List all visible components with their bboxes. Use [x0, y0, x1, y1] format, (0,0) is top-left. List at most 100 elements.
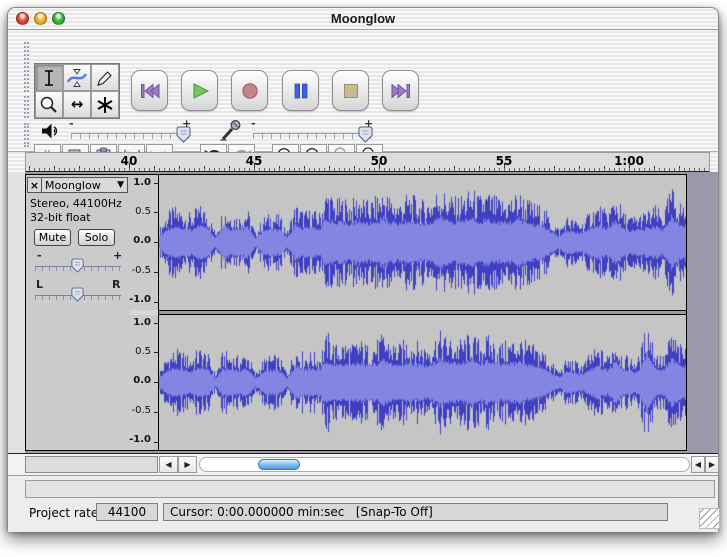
timeline-tick — [554, 166, 555, 171]
record-icon — [237, 81, 263, 101]
edit-toolbar-grip[interactable] — [24, 123, 29, 147]
play-icon — [187, 81, 213, 101]
close-track-icon[interactable]: × — [27, 177, 42, 193]
status-area: Project rate: 44100 Cursor: 0:00.000000 … — [8, 475, 718, 532]
mute-button[interactable]: Mute — [34, 229, 71, 246]
timeline-tick — [254, 163, 255, 171]
amplitude-label: 0.5 — [135, 346, 151, 357]
gain-max-label: + — [113, 249, 122, 262]
play-button[interactable] — [181, 70, 218, 111]
timeline-tick — [529, 166, 530, 171]
timeline-tick — [479, 166, 480, 171]
timeline-tick — [679, 166, 680, 171]
amplitude-label: -0.5 — [131, 405, 151, 416]
zoom-window-icon[interactable] — [52, 12, 65, 25]
scroll-right-icon: ▶ — [184, 460, 190, 469]
timeline-tick — [354, 166, 355, 171]
skip-to-start-button[interactable] — [131, 70, 168, 111]
skip-to-end-button[interactable] — [382, 70, 419, 111]
output-volume-slider[interactable] — [71, 133, 189, 141]
timeline-tick — [179, 166, 180, 171]
close-window-icon[interactable] — [16, 12, 29, 25]
amplitude-label: 0.0 — [133, 375, 151, 386]
window-title: Moonglow — [331, 11, 395, 26]
track-sample-info: 32-bit float — [30, 211, 91, 224]
skip-to-end-icon — [388, 81, 414, 101]
timeline-tick — [429, 166, 430, 171]
vertical-ruler-column: 1.00.50.0-0.5-1.0 1.00.50.0-0.5-1.0 — [130, 175, 158, 450]
title-bar[interactable]: Moonglow — [8, 8, 718, 30]
amplitude-label: 1.0 — [133, 177, 151, 188]
draw-tool-button[interactable] — [91, 64, 119, 91]
timeline-tick — [54, 166, 55, 171]
horizontal-scrollbar[interactable] — [199, 457, 690, 472]
waveform-column — [158, 175, 686, 450]
scrollbar-left-panel — [25, 456, 158, 473]
gain-slider-thumb[interactable] — [71, 258, 84, 273]
scroll-right-button[interactable]: ▶ — [178, 456, 197, 473]
chevron-down-icon: ▼ — [117, 180, 124, 190]
audacity-window: Moonglow — [7, 7, 719, 531]
scroll-right-button-2[interactable]: ▶ — [705, 456, 719, 473]
stop-button[interactable] — [332, 70, 369, 111]
speaker-icon — [39, 120, 63, 142]
timeline-tick — [604, 166, 605, 171]
track-area-background: × Moonglow ▼ Stereo, 44100Hz 32-bit floa… — [25, 172, 718, 453]
timeline-tick — [279, 166, 280, 171]
vertical-ruler-left[interactable]: 1.00.50.0-0.5-1.0 — [130, 175, 158, 310]
project-rate-label: Project rate: — [29, 506, 102, 520]
output-min-label: - — [69, 117, 74, 130]
record-button[interactable] — [231, 70, 268, 111]
pan-right-label: R — [112, 278, 120, 291]
tool-palette: ↔ — [34, 63, 120, 119]
ibeam-icon — [38, 68, 60, 88]
scrollbar-row: ◀ ▶ ◀ ▶ — [8, 453, 718, 475]
scrollbar-thumb[interactable] — [258, 459, 300, 470]
timeline-tick — [29, 166, 30, 171]
screen: Moonglow — [0, 0, 727, 557]
minimize-window-icon[interactable] — [34, 12, 47, 25]
timeline-ruler[interactable]: 404550551:00 — [25, 152, 710, 172]
resize-grip-icon[interactable] — [699, 508, 720, 529]
track-title: Moonglow — [45, 179, 115, 192]
scroll-left-button-2[interactable]: ◀ — [691, 456, 705, 473]
solo-button[interactable]: Solo — [78, 229, 115, 246]
pan-slider-thumb[interactable] — [71, 287, 84, 302]
microphone-icon — [218, 119, 244, 143]
pencil-icon — [94, 68, 116, 88]
toolbar-area: ↔ — [8, 30, 718, 152]
vertical-ruler-right[interactable]: 1.00.50.0-0.5-1.0 — [130, 315, 158, 450]
project-rate-value[interactable]: 44100 — [96, 503, 158, 521]
gain-min-label: - — [37, 249, 42, 262]
timeline-tick — [504, 163, 505, 171]
scroll-left-icon: ◀ — [165, 460, 171, 469]
zoom-tool-button[interactable] — [35, 91, 63, 118]
pause-button[interactable] — [282, 70, 319, 111]
envelope-tool-button[interactable] — [63, 64, 91, 91]
asterisk-icon — [94, 95, 116, 115]
input-volume-thumb[interactable] — [358, 126, 373, 143]
waveform-channel-left[interactable] — [159, 175, 686, 310]
track-menu[interactable]: Moonglow ▼ — [42, 177, 128, 193]
audio-track: × Moonglow ▼ Stereo, 44100Hz 32-bit floa… — [25, 174, 687, 451]
input-volume-slider[interactable] — [253, 133, 371, 141]
output-volume-thumb[interactable] — [176, 126, 191, 143]
magnifier-icon — [38, 95, 60, 115]
track-control-panel: × Moonglow ▼ Stereo, 44100Hz 32-bit floa… — [26, 175, 130, 450]
timeline-tick — [629, 163, 630, 171]
multi-tool-button[interactable] — [91, 91, 119, 118]
timeline-tick — [204, 166, 205, 171]
mixer-toolbar-grip[interactable] — [24, 96, 29, 118]
timeline-tick — [654, 166, 655, 171]
amplitude-label: 0.5 — [135, 206, 151, 217]
double-arrow-icon: ↔ — [71, 97, 84, 112]
timeline-tick — [79, 166, 80, 171]
skip-to-start-icon — [137, 81, 163, 101]
amplitude-label: -1.0 — [129, 294, 151, 305]
scroll-left-button[interactable]: ◀ — [159, 456, 178, 473]
selection-tool-button[interactable] — [35, 64, 63, 91]
waveform-channel-right[interactable] — [159, 315, 686, 450]
time-shift-tool-button[interactable]: ↔ — [63, 91, 91, 118]
scroll-left-icon-2: ◀ — [695, 460, 701, 469]
toolbar-grip[interactable] — [24, 42, 29, 92]
